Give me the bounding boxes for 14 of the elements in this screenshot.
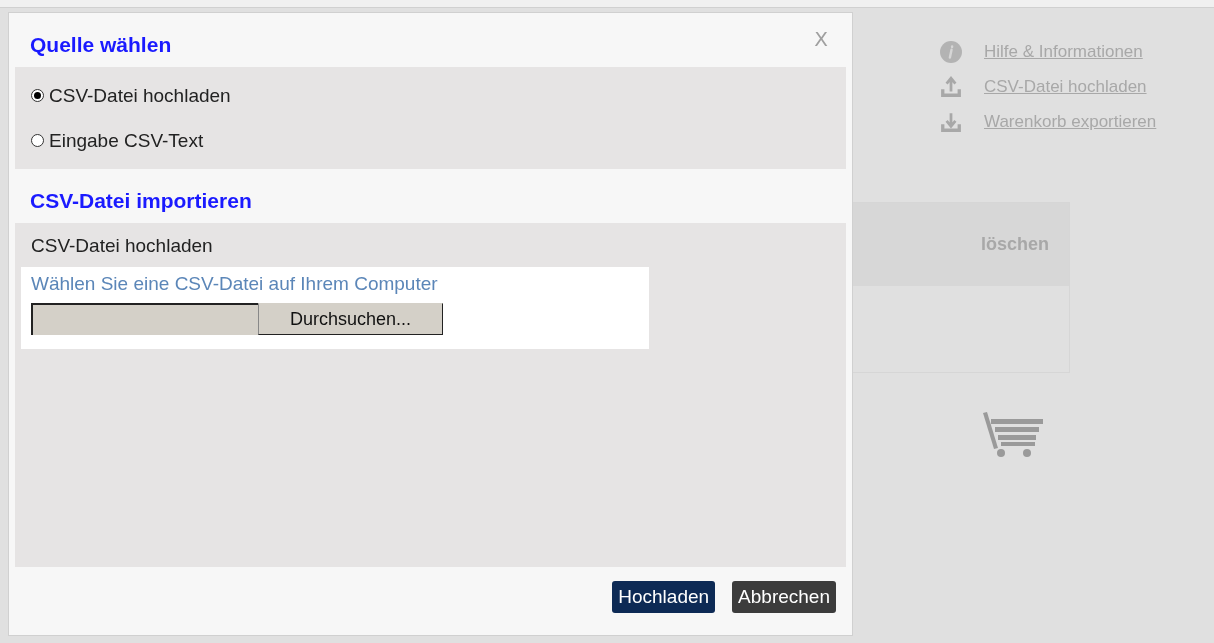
- info-icon: [940, 40, 962, 63]
- upload-button[interactable]: Hochladen: [612, 581, 716, 613]
- cancel-button[interactable]: Abbrechen: [732, 581, 836, 613]
- hint-text: Wählen Sie eine CSV-Datei auf Ihrem Computer: [31, 272, 439, 296]
- section-title: CSV-Datei importieren: [29, 188, 252, 214]
- radio-option[interactable]: Eingabe CSV-Text: [31, 118, 830, 163]
- file-path-field[interactable]: [31, 303, 258, 335]
- section-title: Quelle wählen: [29, 32, 172, 58]
- radio-option[interactable]: CSV-Datei hochladen: [31, 73, 830, 118]
- cart-icon: [981, 411, 1045, 457]
- upload-icon: [940, 75, 962, 98]
- download-icon: [940, 110, 962, 133]
- browse-button[interactable]: Durchsuchen...: [258, 303, 443, 335]
- field-label: CSV-Datei hochladen: [30, 235, 214, 258]
